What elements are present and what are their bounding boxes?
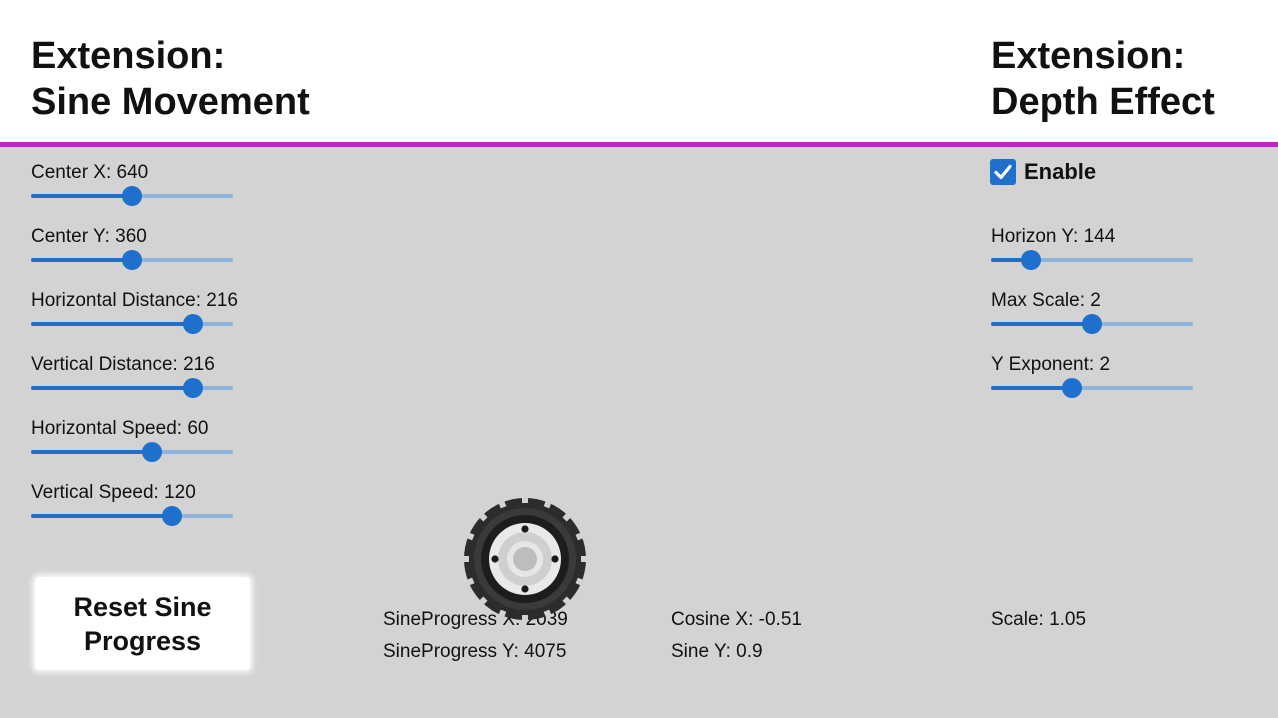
vertical-distance-slider-thumb[interactable] [182, 378, 203, 398]
vertical-speed-slider-group: Vertical Speed: 120 [31, 482, 291, 526]
sine-movement-title: Extension: Sine Movement [31, 33, 310, 125]
center-x-slider-thumb[interactable] [122, 186, 142, 206]
wheel-tread-notch [463, 556, 469, 562]
horizon-y-label: Horizon Y: 144 [991, 226, 1116, 247]
center-y-slider-thumb[interactable] [122, 250, 142, 270]
vertical-distance-label: Vertical Distance: 216 [31, 354, 215, 375]
y-exponent-slider[interactable] [991, 378, 1193, 398]
max-scale-label: Max Scale: 2 [991, 290, 1101, 311]
depth-title-line2: Depth Effect [991, 81, 1215, 123]
horizontal-speed-slider[interactable] [31, 442, 233, 462]
center-x-label: Center X: 640 [31, 162, 149, 183]
max-scale-slider-thumb[interactable] [1082, 314, 1102, 334]
center-x-slider[interactable] [31, 186, 233, 206]
center-y-slider-group: Center Y: 360 [31, 226, 291, 270]
horizon-y-slider-thumb[interactable] [1021, 250, 1042, 270]
vertical-speed-slider-thumb[interactable] [162, 506, 183, 526]
horizon-y-slider-group: Horizon Y: 144 [991, 226, 1251, 270]
horizontal-distance-slider[interactable] [31, 314, 233, 334]
horizontal-speed-label: Horizontal Speed: 60 [31, 418, 209, 439]
enable-checkbox[interactable] [990, 159, 1016, 185]
center-y-slider[interactable] [31, 250, 233, 270]
vertical-speed-label: Vertical Speed: 120 [31, 482, 196, 503]
enable-label[interactable]: Enable [1024, 159, 1096, 185]
center-y-slider-fill [31, 258, 132, 262]
max-scale-slider-fill [991, 322, 1092, 326]
vertical-distance-slider-group: Vertical Distance: 216 [31, 354, 291, 398]
vertical-speed-slider-fill [31, 514, 173, 518]
wheel-tread-notch [522, 615, 528, 621]
wheel-icon [463, 497, 587, 621]
wheel-tread-notch [522, 497, 528, 503]
center-y-label: Center Y: 360 [31, 226, 147, 247]
horizontal-speed-slider-thumb[interactable] [142, 442, 163, 462]
enable-toggle-row[interactable]: Enable [990, 158, 1096, 186]
horizontal-speed-slider-group: Horizontal Speed: 60 [31, 418, 291, 462]
max-scale-slider[interactable] [991, 314, 1193, 334]
scale-readout: Scale: 1.05 [991, 609, 1087, 630]
y-exponent-slider-fill [991, 386, 1072, 390]
reset-button-line2: Progress [83, 625, 202, 656]
horizontal-distance-slider-group: Horizontal Distance: 216 [31, 290, 291, 334]
max-scale-slider-group: Max Scale: 2 [991, 290, 1251, 334]
header-divider [0, 142, 1278, 147]
y-exponent-label: Y Exponent: 2 [991, 354, 1111, 375]
sine-title-line2: Sine Movement [31, 81, 310, 123]
sine-title-line1: Extension: [31, 35, 226, 77]
reset-button-line1: Reset Sine [73, 591, 212, 622]
wheel-tread-notch [581, 556, 587, 562]
y-exponent-slider-thumb[interactable] [1061, 378, 1082, 398]
reset-sine-progress-button[interactable]: Reset Sine Progress [35, 577, 250, 670]
cosine-x-readout: Cosine X: -0.51 [671, 609, 802, 630]
checkmark-icon [994, 164, 1012, 180]
sine-progress-y-readout: SineProgress Y: 4075 [383, 641, 567, 662]
depth-effect-title: Extension: Depth Effect [991, 33, 1215, 125]
vertical-speed-slider[interactable] [31, 506, 233, 526]
vertical-distance-slider-fill [31, 386, 193, 390]
horizontal-distance-slider-fill [31, 322, 193, 326]
horizontal-distance-label: Horizontal Distance: 216 [31, 290, 238, 311]
horizontal-speed-slider-fill [31, 450, 153, 454]
center-x-slider-fill [31, 194, 132, 198]
sine-y-readout: Sine Y: 0.9 [671, 641, 763, 662]
horizontal-distance-slider-thumb[interactable] [182, 314, 203, 334]
horizon-y-slider[interactable] [991, 250, 1193, 270]
depth-title-line1: Extension: [991, 35, 1186, 77]
vertical-distance-slider[interactable] [31, 378, 233, 398]
y-exponent-slider-group: Y Exponent: 2 [991, 354, 1251, 398]
center-x-slider-group: Center X: 640 [31, 162, 291, 206]
